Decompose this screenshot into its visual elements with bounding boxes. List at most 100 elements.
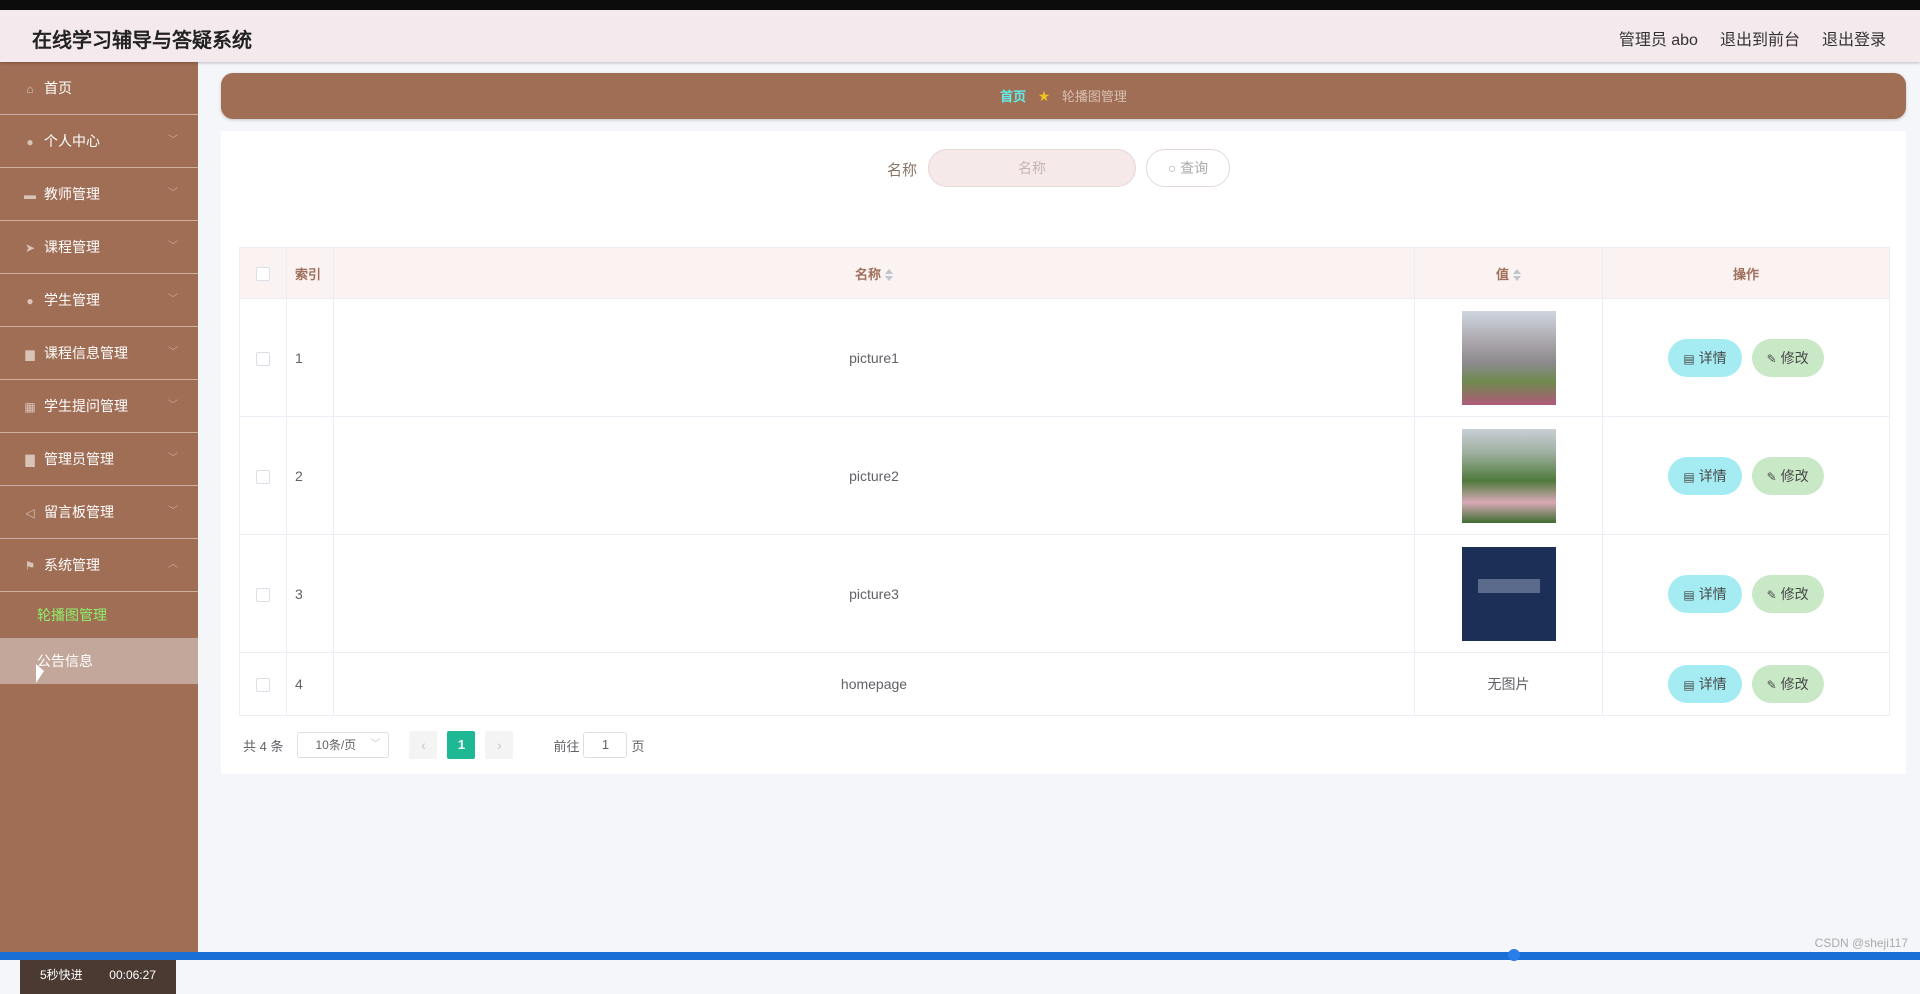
goto-label: 前往: [553, 738, 580, 754]
total-count: 共 4 条: [243, 738, 284, 754]
chevron-down-icon: ﹀: [168, 188, 178, 199]
sidebar-item-label: 留言板管理: [44, 504, 114, 520]
chat-icon: ▆: [25, 347, 35, 361]
sidebar: ⌂ 首页 ● 个人中心 ﹀ ▬ 教师管理 ﹀ ➤ 课程管理 ﹀ ● 学生管理 ﹀ ▆ 课程信息管理 ﹀…: [0, 62, 198, 994]
row-select-cell: [239, 416, 287, 535]
chevron-down-icon: ﹀: [168, 294, 178, 305]
sidebar-item-message-board-management[interactable]: ◁ 留言板管理 ﹀: [0, 486, 198, 539]
row-actions: ▤ 详情 ✎ 修改: [1602, 652, 1890, 716]
row-index: 4: [286, 652, 334, 716]
detail-button[interactable]: ▤ 详情: [1668, 574, 1742, 613]
playback-timer: 00:06:27: [109, 968, 156, 982]
sidebar-item-course-info-management[interactable]: ▆ 课程信息管理 ﹀: [0, 327, 198, 380]
page-size-select[interactable]: 10条/页 ﹀: [297, 732, 390, 758]
row-value-cell: [1414, 416, 1603, 535]
edit-button-label: 修改: [1780, 585, 1809, 602]
select-all-checkbox[interactable]: [256, 266, 270, 281]
submenu-item-announcements[interactable]: 公告信息: [0, 638, 198, 684]
page-suffix: 页: [631, 738, 645, 754]
flag-icon: ⚑: [24, 559, 36, 573]
progress-handle[interactable]: [1508, 949, 1520, 961]
playback-speed-box[interactable]: 5秒快进 00:06:27: [20, 956, 176, 994]
document-icon: ▤: [1683, 351, 1695, 366]
video-progress-bar[interactable]: [0, 952, 1920, 960]
breadcrumb-home[interactable]: 首页: [1000, 89, 1026, 104]
row-select-cell: [239, 534, 287, 653]
chevron-down-icon: ﹀: [168, 347, 178, 358]
home-icon: ⌂: [26, 82, 34, 96]
select-all-cell: [239, 247, 287, 299]
watermark: CSDN @sheji117: [1814, 936, 1908, 950]
header: 在线学习辅导与答疑系统 管理员 abo 退出到前台 退出登录: [0, 10, 1920, 62]
row-index: 1: [286, 298, 334, 417]
sort-icon[interactable]: [885, 268, 893, 282]
edit-icon: ✎: [1766, 678, 1777, 692]
sidebar-item-admin-management[interactable]: ▇ 管理员管理 ﹀: [0, 433, 198, 486]
sidebar-item-label: 管理员管理: [44, 451, 114, 467]
search-button-label: 查询: [1180, 160, 1209, 176]
edit-icon: ✎: [1766, 351, 1777, 366]
bar-chart-icon: ▇: [25, 453, 35, 467]
exit-to-front-link[interactable]: 退出到前台: [1720, 26, 1800, 50]
table-header-row: 索引 名称 值 操作: [239, 247, 1890, 299]
header-value[interactable]: 值: [1414, 247, 1603, 299]
sidebar-item-teacher-management[interactable]: ▬ 教师管理 ﹀: [0, 168, 198, 221]
page-number-button[interactable]: 1: [447, 731, 476, 759]
detail-button-label: 详情: [1698, 467, 1727, 484]
row-checkbox[interactable]: [256, 587, 270, 602]
breadcrumb-current: 轮播图管理: [1061, 89, 1127, 104]
submenu-item-carousel-management[interactable]: 轮播图管理: [0, 592, 198, 638]
row-index: 2: [286, 416, 334, 535]
edit-button[interactable]: ✎ 修改: [1751, 456, 1824, 495]
sidebar-item-student-question-management[interactable]: ▦ 学生提问管理 ﹀: [0, 380, 198, 433]
row-checkbox[interactable]: [256, 469, 270, 484]
search-button[interactable]: ○ 查询: [1146, 149, 1230, 187]
pagination: 共 4 条 10条/页 ﹀ ‹ 1 › 前往 1 页: [243, 731, 645, 759]
row-checkbox[interactable]: [256, 678, 270, 693]
sidebar-item-student-management[interactable]: ● 学生管理 ﹀: [0, 274, 198, 327]
detail-button[interactable]: ▤ 详情: [1668, 456, 1742, 495]
detail-button-label: 详情: [1698, 676, 1727, 692]
search-icon: ○: [1167, 160, 1177, 176]
edit-button[interactable]: ✎ 修改: [1751, 665, 1824, 703]
sidebar-item-home[interactable]: ⌂ 首页: [0, 62, 198, 115]
row-actions: ▤ 详情 ✎ 修改: [1602, 416, 1890, 535]
star-icon: ★: [1037, 88, 1051, 104]
table-row: 4 homepage 无图片 ▤ 详情 ✎ 修改: [239, 652, 1890, 716]
detail-button[interactable]: ▤ 详情: [1668, 338, 1742, 377]
breadcrumb: 首页 ★ 轮播图管理: [221, 73, 1906, 119]
goto-page-input[interactable]: 1: [583, 732, 628, 758]
header-index: 索引: [286, 247, 334, 299]
chevron-down-icon: ﹀: [168, 400, 178, 411]
sidebar-item-system-management[interactable]: ⚑ 系统管理 ︿: [0, 539, 198, 592]
row-actions: ▤ 详情 ✎ 修改: [1602, 534, 1890, 653]
row-value: 无图片: [1414, 652, 1603, 716]
logout-link[interactable]: 退出登录: [1822, 26, 1886, 50]
paper-plane-icon: ◁: [25, 506, 35, 520]
edit-button-label: 修改: [1780, 467, 1809, 484]
header-name[interactable]: 名称: [333, 247, 1415, 299]
send-icon: ➤: [24, 241, 36, 255]
search-input[interactable]: 名称: [928, 149, 1136, 187]
admin-user-label[interactable]: 管理员 abo: [1619, 26, 1698, 50]
prev-page-button[interactable]: ‹: [409, 731, 438, 759]
chevron-down-icon: ﹀: [168, 506, 178, 517]
mouse-cursor-icon: [36, 664, 44, 683]
edit-button[interactable]: ✎ 修改: [1751, 574, 1824, 613]
row-name: picture3: [333, 534, 1415, 653]
row-checkbox[interactable]: [256, 351, 270, 366]
sidebar-item-label: 学生提问管理: [44, 398, 128, 414]
sidebar-item-personal-center[interactable]: ● 个人中心 ﹀: [0, 115, 198, 168]
sidebar-item-course-management[interactable]: ➤ 课程管理 ﹀: [0, 221, 198, 274]
header-value-label: 值: [1495, 266, 1509, 282]
row-name: homepage: [333, 652, 1415, 716]
edit-icon: ✎: [1766, 469, 1777, 484]
next-page-button[interactable]: ›: [485, 731, 514, 759]
row-index: 3: [286, 534, 334, 653]
detail-button[interactable]: ▤ 详情: [1668, 665, 1742, 703]
sort-icon[interactable]: [1513, 268, 1521, 282]
row-value-cell: [1414, 298, 1603, 417]
tablet-icon: ▬: [24, 188, 36, 202]
edit-button[interactable]: ✎ 修改: [1751, 338, 1824, 377]
fast-forward-label: 5秒快进: [40, 968, 83, 982]
